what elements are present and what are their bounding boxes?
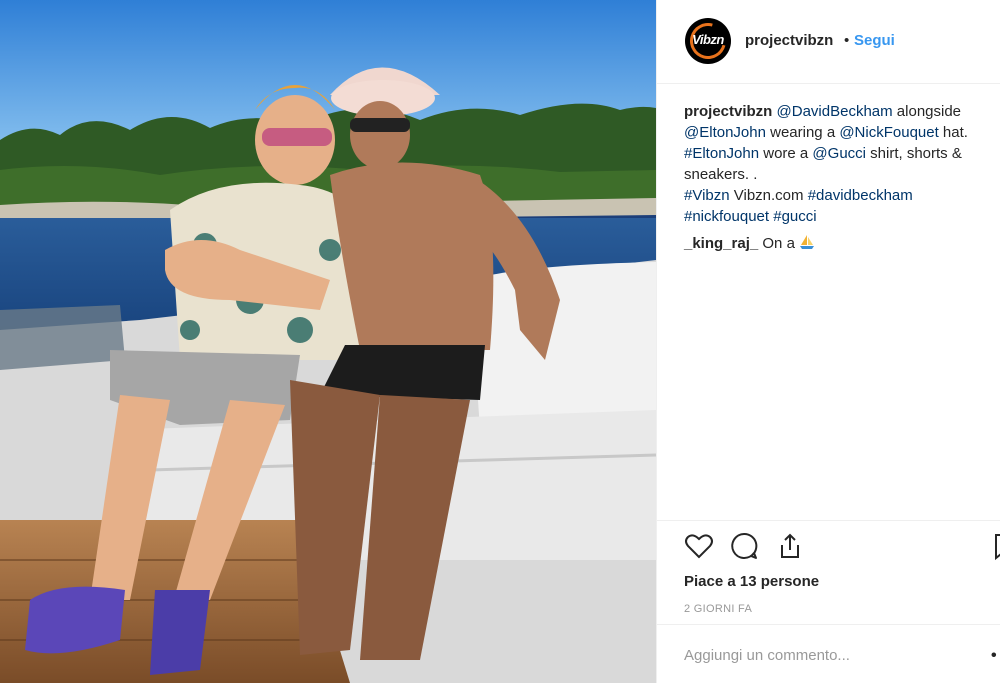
comment-input[interactable] xyxy=(684,647,974,664)
heart-icon[interactable] xyxy=(684,531,714,561)
avatar-logo-text: Vibzn xyxy=(692,32,724,47)
caption-text: wore a xyxy=(759,145,813,162)
header-username[interactable]: projectvibzn xyxy=(745,32,833,49)
comment-text: On a xyxy=(762,235,795,252)
caption-link[interactable]: @Gucci xyxy=(812,145,866,162)
comment-icon[interactable] xyxy=(729,531,759,561)
follow-button[interactable]: Segui xyxy=(854,32,895,49)
caption-author[interactable]: projectvibzn xyxy=(684,103,772,120)
comment-item: _king_raj_ On a xyxy=(684,233,990,254)
caption-link[interactable]: @NickFouquet xyxy=(839,124,938,141)
caption-link[interactable]: #nickfouquet xyxy=(684,208,769,225)
post-date: 2 GIORNI FA xyxy=(684,603,753,615)
header-separator: • xyxy=(844,32,850,49)
caption-body: @DavidBeckham alongside @EltonJohn weari… xyxy=(684,103,968,225)
caption-link[interactable]: #davidbeckham xyxy=(808,187,913,204)
caption-text: alongside xyxy=(892,103,962,120)
post-header: Vibzn projectvibzn • Segui xyxy=(657,0,1000,84)
add-comment-bar: • xyxy=(657,624,1000,683)
avatar[interactable]: Vibzn xyxy=(685,18,731,64)
caption-text: hat. xyxy=(938,124,968,141)
sailboat-emoji-icon xyxy=(800,235,815,249)
post-sidebar: Vibzn projectvibzn • Segui projectvibzn … xyxy=(656,0,1000,683)
post-actions: Piace a 13 persone 2 GIORNI FA • xyxy=(657,520,1000,683)
comment-author[interactable]: _king_raj_ xyxy=(684,235,758,252)
post-photo[interactable] xyxy=(0,0,656,683)
more-options-button[interactable]: • xyxy=(991,647,997,665)
caption-text: wearing a xyxy=(765,124,840,141)
caption-link[interactable]: #EltonJohn xyxy=(684,145,759,162)
post-caption: projectvibzn @DavidBeckham alongside @El… xyxy=(684,101,990,227)
caption-link[interactable]: @DavidBeckham xyxy=(777,103,893,120)
likes-count[interactable]: Piace a 13 persone xyxy=(684,573,819,590)
caption-link[interactable]: #Vibzn xyxy=(684,187,730,204)
caption-text: Vibzn.com xyxy=(729,187,808,204)
photo-illustration xyxy=(0,0,656,683)
caption-link[interactable]: @EltonJohn xyxy=(684,124,766,141)
share-icon[interactable] xyxy=(775,531,805,561)
caption-link[interactable]: #gucci xyxy=(773,208,816,225)
bookmark-icon[interactable] xyxy=(991,531,1000,561)
